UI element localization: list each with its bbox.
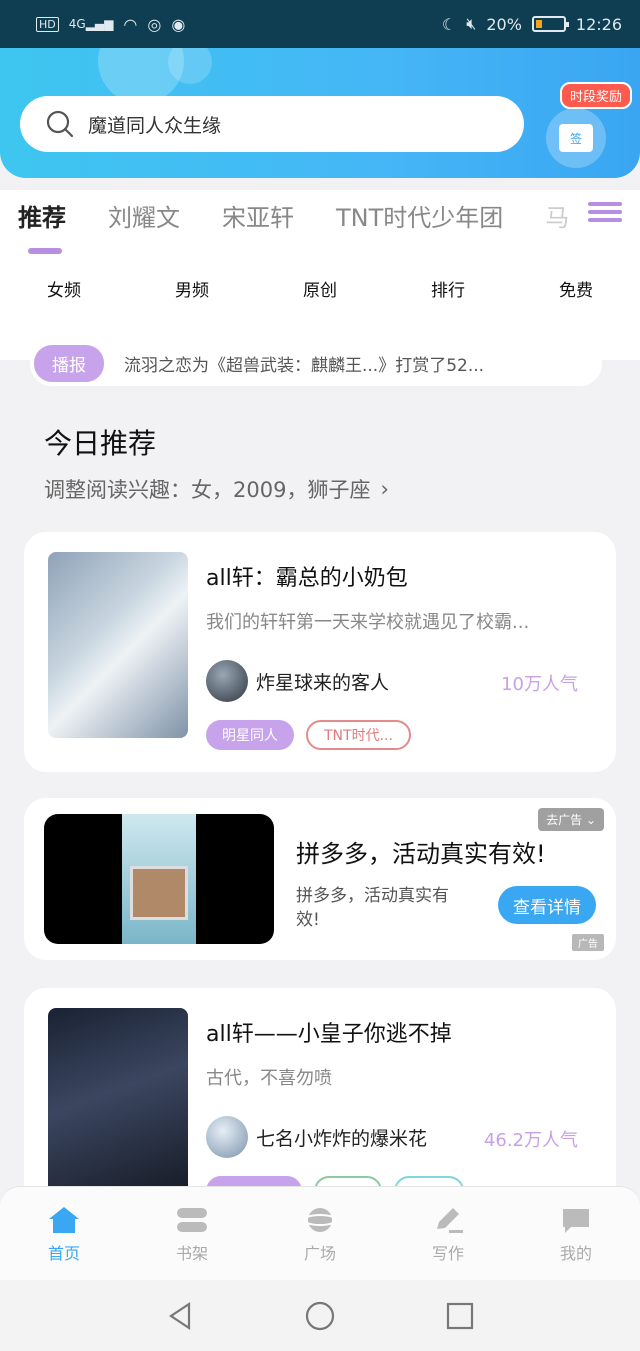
tag[interactable]: 明星同人: [206, 720, 294, 750]
search-icon: [46, 110, 74, 138]
moon-icon: ☾: [441, 14, 457, 34]
channel-menu-icon[interactable]: [588, 198, 622, 232]
broadcast-bar[interactable]: 播报 流羽之恋为《超兽武装：麒麟王...》打赏了52...: [30, 340, 602, 386]
category-male[interactable]: 男频: [175, 276, 209, 301]
tab-recommend[interactable]: 推荐: [18, 190, 66, 254]
ad-title: 拼多多，活动真实有效!: [296, 840, 546, 868]
mute-icon: 🔇︎: [466, 14, 477, 33]
remove-ad-button[interactable]: 去广告 ⌄: [538, 808, 604, 831]
avatar: [206, 1116, 248, 1158]
home-circle-icon[interactable]: [305, 1301, 335, 1331]
gift-icon: 签: [559, 124, 593, 152]
view-details-button[interactable]: 查看详情: [498, 886, 596, 924]
chat-bubble-icon: [559, 1204, 593, 1236]
eye-icon: ◉: [171, 14, 186, 34]
book-cover: [48, 552, 188, 738]
checkin-gift-button[interactable]: 签: [546, 108, 606, 168]
nav-home[interactable]: 首页: [24, 1204, 104, 1264]
pen-icon: [431, 1204, 465, 1236]
category-ranking[interactable]: 排行: [431, 276, 465, 301]
reading-interest-link[interactable]: 调整阅读兴趣：女，2009，狮子座 ›: [44, 474, 389, 504]
header: 魔道同人众生缘 签: [0, 48, 640, 178]
signal-icon: 4G▂▄▆: [68, 17, 114, 31]
tag[interactable]: TNT时代...: [306, 720, 411, 750]
author: 七名小炸炸的爆米花: [206, 1116, 427, 1158]
wifi-icon: ◠: [123, 14, 138, 34]
author-name: 炸星球来的客人: [256, 671, 390, 694]
broadcast-badge: 播报: [34, 344, 104, 382]
search-bar[interactable]: 魔道同人众生缘: [20, 96, 524, 152]
category-free[interactable]: 免费: [559, 276, 593, 301]
author: 炸星球来的客人: [206, 660, 389, 702]
popularity: 10万人气: [501, 674, 578, 695]
channel-tabs: 推荐 刘耀文 宋亚轩 TNT时代少年团 马: [0, 190, 640, 254]
battery-icon: [531, 16, 569, 32]
hd-indicator: HD: [36, 16, 59, 32]
book-card[interactable]: all轩：霸总的小奶包 我们的轩轩第一天来学校就遇见了校霸... 炸星球来的客人…: [24, 532, 616, 772]
book-desc: 我们的轩轩第一天来学校就遇见了校霸...: [206, 612, 530, 633]
category-original[interactable]: 原创: [303, 276, 337, 301]
tab-song-yaxuan[interactable]: 宋亚轩: [222, 190, 294, 233]
back-icon[interactable]: [165, 1301, 195, 1331]
chevron-right-icon: ›: [380, 477, 389, 501]
nav-bookshelf[interactable]: 书架: [152, 1204, 232, 1264]
section-title: 今日推荐: [44, 427, 157, 460]
clock: 12:26: [575, 14, 622, 34]
recents-icon[interactable]: [445, 1301, 475, 1331]
book-cover: [48, 1008, 188, 1194]
ad-card[interactable]: 拼多多，活动真实有效! 拼多多，活动真实有效! 查看详情 去广告 ⌄ 广告: [24, 798, 616, 960]
bookshelf-icon: [175, 1204, 209, 1236]
nav-write[interactable]: 写作: [408, 1204, 488, 1264]
headphone-icon: ◎: [147, 14, 162, 34]
ad-desc: 拼多多，活动真实有效!: [296, 886, 449, 930]
category-row: 女频 男频 原创 排行 免费: [0, 276, 640, 301]
broadcast-text: 流羽之恋为《超兽武装：麒麟王...》打赏了52...: [124, 355, 485, 376]
author-name: 七名小炸炸的爆米花: [256, 1127, 428, 1150]
tab-tnt[interactable]: TNT时代少年团: [336, 190, 503, 233]
ad-video[interactable]: [44, 814, 274, 944]
nav-square[interactable]: 广场: [280, 1204, 360, 1264]
book-title: all轩——小皇子你逃不掉: [206, 1022, 452, 1047]
planet-icon: [303, 1204, 337, 1236]
popularity: 46.2万人气: [483, 1130, 578, 1151]
tab-liu-yaowen[interactable]: 刘耀文: [108, 190, 180, 233]
book-desc: 古代，不喜勿喷: [206, 1068, 332, 1089]
book-title: all轩：霸总的小奶包: [206, 566, 408, 591]
bottom-nav: 首页 书架 广场 写作 我的: [0, 1186, 640, 1280]
search-placeholder: 魔道同人众生缘: [88, 114, 222, 137]
status-bar: HD 4G▂▄▆ ◠ ◎ ◉ ☾ 🔇︎ 20% 12:26: [0, 0, 640, 48]
tab-ma[interactable]: 马: [545, 190, 569, 233]
reward-badge: 时段奖励: [560, 82, 633, 109]
book-tags: 明星同人 TNT时代...: [206, 720, 411, 750]
nav-me[interactable]: 我的: [536, 1204, 616, 1264]
category-female[interactable]: 女频: [47, 276, 81, 301]
avatar: [206, 660, 248, 702]
battery-percent: 20%: [486, 14, 522, 34]
system-nav-bar: [0, 1280, 640, 1351]
ad-label: 广告: [572, 934, 604, 951]
home-icon: [47, 1204, 81, 1236]
